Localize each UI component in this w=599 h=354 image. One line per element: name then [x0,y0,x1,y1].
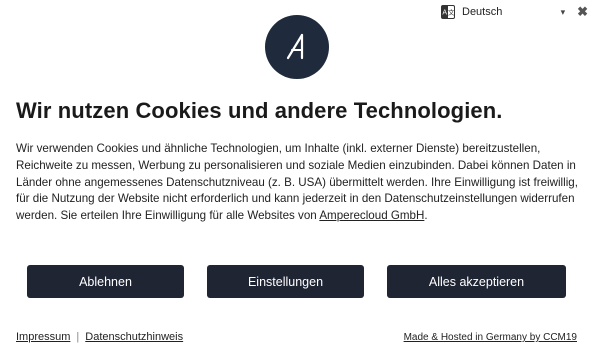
consent-text-end: . [424,209,428,223]
reject-button[interactable]: Ablehnen [27,265,184,298]
page-title: Wir nutzen Cookies und andere Technologi… [16,98,503,123]
settings-button[interactable]: Einstellungen [207,265,364,298]
consent-description: Wir verwenden Cookies und ähnliche Techn… [16,141,586,225]
chevron-down-icon[interactable]: ▾ [561,7,566,18]
language-icon: A 文 [440,4,456,20]
svg-text:文: 文 [448,8,455,17]
language-selector[interactable]: A 文 Deutsch ▾ ✖ [440,3,588,21]
accept-all-button[interactable]: Alles akzeptieren [387,265,566,298]
svg-text:A: A [442,10,447,17]
company-link[interactable]: Amperecloud GmbH [319,209,424,222]
consent-text: Wir verwenden Cookies und ähnliche Techn… [16,142,578,223]
brand-logo-a-icon [286,33,304,60]
footer-links: Impressum | Datenschutzhinweis [16,331,183,343]
hosted-by-link[interactable]: Made & Hosted in Germany by CCM19 [404,332,577,343]
close-icon[interactable]: ✖ [577,4,588,20]
language-label: Deutsch [462,6,503,18]
footer-separator: | [76,331,80,343]
brand-logo [265,15,329,79]
imprint-link[interactable]: Impressum [16,331,70,343]
privacy-link[interactable]: Datenschutzhinweis [85,331,183,343]
